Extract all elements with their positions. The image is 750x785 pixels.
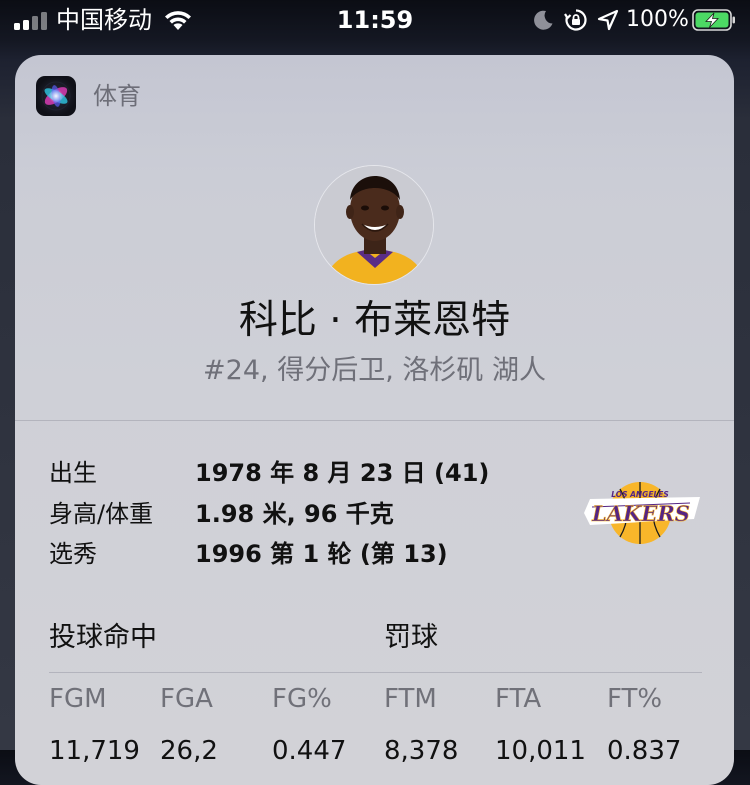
stat-header: FTA — [495, 684, 542, 714]
logo-text: LAKERS — [591, 501, 690, 526]
info-label: 出生 — [49, 459, 97, 487]
stat-value: 26,2 — [160, 736, 218, 766]
info-value: 1.98 米, 96 千克 — [195, 500, 394, 528]
stat-value: 8,378 — [384, 736, 459, 766]
lakers-logo: LOS ANGELES LAKERS — [584, 482, 700, 544]
stat-value: 11,719 — [49, 736, 140, 766]
app-label: 体育 — [93, 82, 141, 110]
player-details: #24, 得分后卫, 洛杉矶 湖人 — [203, 355, 546, 386]
logo-subtext: LOS ANGELES — [611, 490, 669, 499]
player-name: 科比 · 布莱恩特 — [238, 298, 511, 343]
orientation-lock-icon — [564, 9, 587, 31]
location-icon — [597, 9, 619, 31]
stat-value: 0.837 — [607, 736, 682, 766]
stat-header: FGM — [49, 684, 107, 714]
info-value: 1996 第 1 轮 (第 13) — [195, 540, 448, 568]
info-label: 选秀 — [49, 540, 97, 568]
section-title-free-throws: 罚球 — [384, 622, 438, 653]
moon-icon — [534, 10, 553, 30]
stat-header: FTM — [384, 684, 437, 714]
stat-value: 10,011 — [495, 736, 586, 766]
siri-sports-card[interactable]: 体育 科比 · 布莱恩特 #24, 得分后卫, 洛杉矶 湖人 出生 1978 年… — [15, 55, 734, 785]
battery-percentage: 100% — [626, 7, 689, 32]
battery-charging-icon — [692, 9, 735, 31]
divider — [15, 420, 734, 421]
section-title-field-goals: 投球命中 — [49, 622, 157, 653]
stat-header: FGA — [160, 684, 213, 714]
info-label: 身高/体重 — [49, 500, 154, 528]
info-value: 1978 年 8 月 23 日 (41) — [195, 459, 490, 487]
divider — [49, 672, 702, 673]
siri-icon — [36, 76, 76, 116]
status-bar: 中国移动 11:59 100% — [0, 0, 750, 40]
stat-header: FT% — [607, 684, 663, 714]
player-avatar — [314, 165, 434, 285]
stat-value: 0.447 — [272, 736, 347, 766]
stat-header: FG% — [272, 684, 332, 714]
